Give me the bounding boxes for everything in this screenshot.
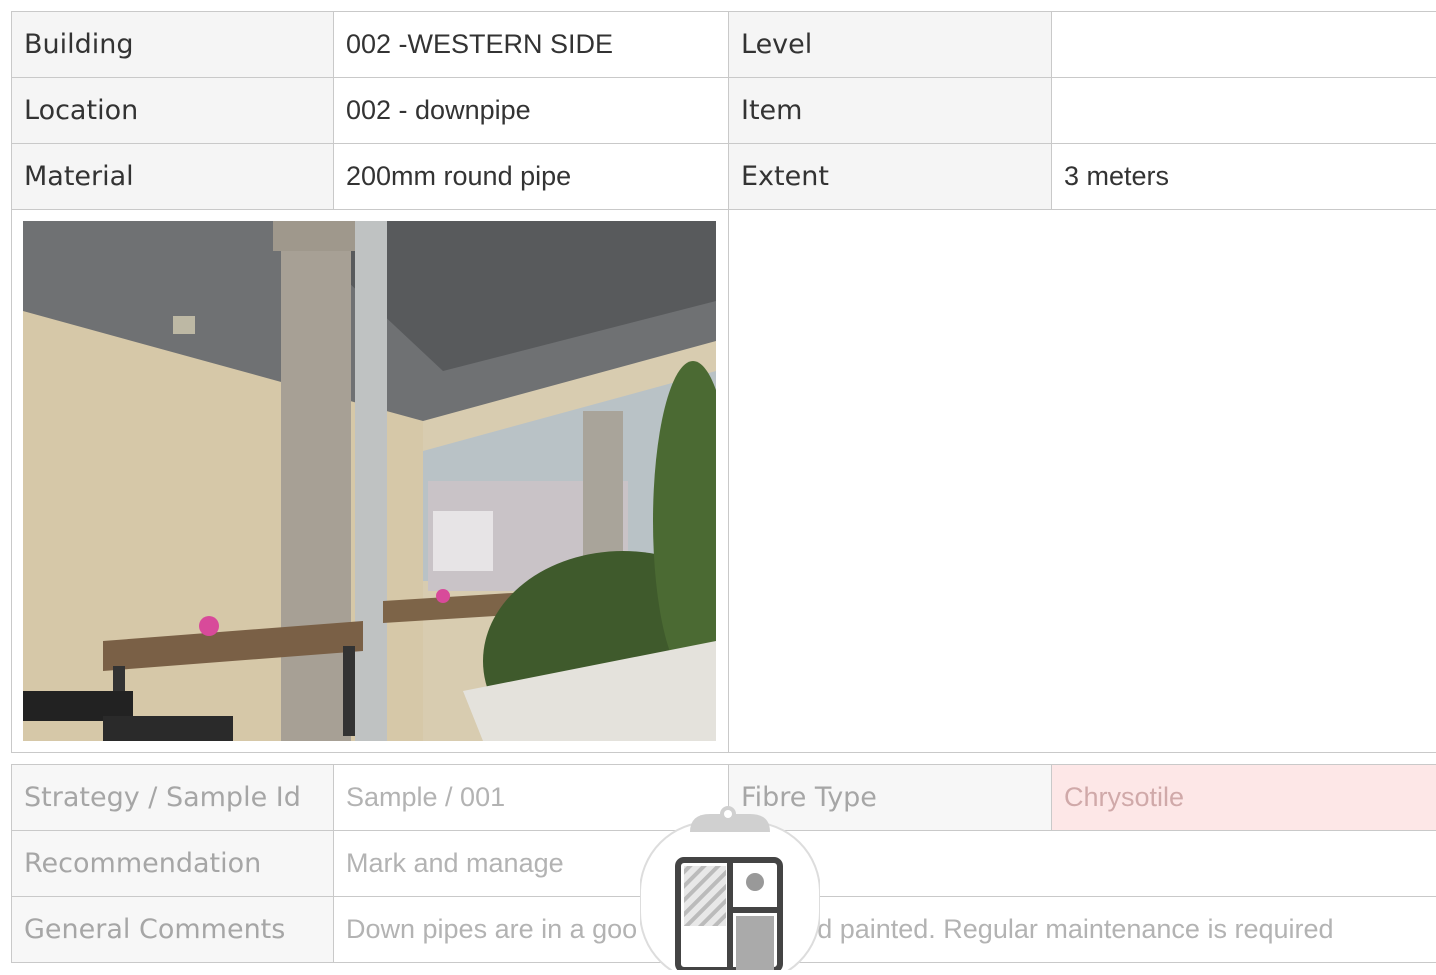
row-building-level: Building 002 -WESTERN SIDE Level (12, 12, 1436, 78)
material-label: Material (12, 144, 334, 210)
material-value: 200mm round pipe (334, 144, 729, 210)
extent-value: 3 meters (1052, 144, 1436, 210)
clipboard-icon[interactable] (640, 800, 820, 970)
recommendation-label: Recommendation (12, 831, 334, 897)
comments-text-end: d painted. Regular maintenance is requir… (817, 914, 1333, 944)
photo-cell (12, 210, 729, 753)
recommendation-value: Mark and manage (334, 831, 1436, 897)
location-label: Location (12, 78, 334, 144)
level-value (1052, 12, 1436, 78)
photo-empty-cell (729, 210, 1436, 753)
row-photo (12, 210, 1436, 753)
row-location-item: Location 002 - downpipe Item (12, 78, 1436, 144)
fibre-value: Chrysotile (1052, 765, 1436, 831)
comments-text-start: Down pipes are in a goo (346, 914, 637, 944)
strategy-label: Strategy / Sample Id (12, 765, 334, 831)
location-value: 002 - downpipe (334, 78, 729, 144)
building-value: 002 -WESTERN SIDE (334, 12, 729, 78)
comments-label: General Comments (12, 897, 334, 963)
details-table: Building 002 -WESTERN SIDE Level Locatio… (11, 11, 1436, 753)
row-material-extent: Material 200mm round pipe Extent 3 meter… (12, 144, 1436, 210)
item-label: Item (729, 78, 1052, 144)
comments-value: Down pipes are in a goo d painted. Regula… (334, 897, 1436, 963)
extent-label: Extent (729, 144, 1052, 210)
building-label: Building (12, 12, 334, 78)
level-label: Level (729, 12, 1052, 78)
item-value (1052, 78, 1436, 144)
site-photo[interactable] (23, 221, 716, 741)
